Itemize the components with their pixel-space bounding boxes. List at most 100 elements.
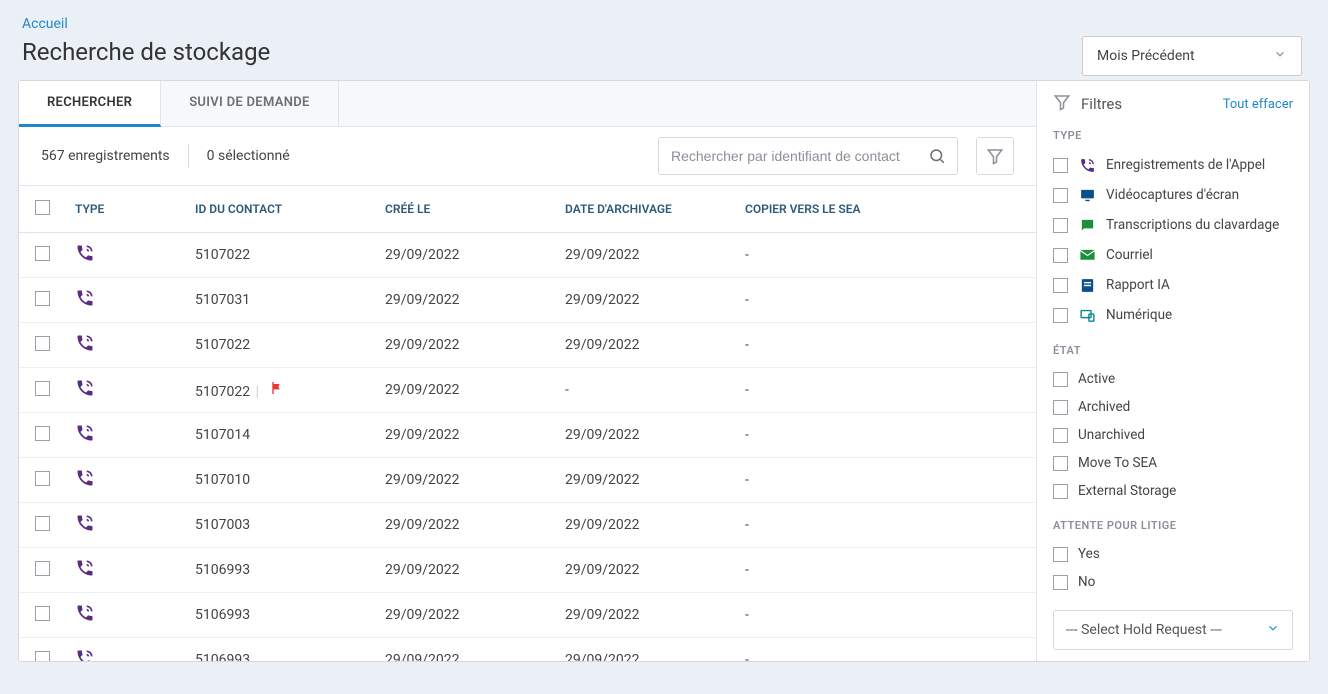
filter-hold-item[interactable]: Yes <box>1053 540 1293 568</box>
filter-checkbox[interactable] <box>1053 575 1068 590</box>
archive-date: 29/09/2022 <box>555 278 735 323</box>
filter-type-item[interactable]: Rapport IA <box>1053 270 1293 300</box>
filter-label: No <box>1078 574 1095 590</box>
mail-icon <box>1078 246 1096 264</box>
row-checkbox[interactable] <box>35 336 50 351</box>
sea-value: - <box>735 638 1036 662</box>
filter-checkbox[interactable] <box>1053 218 1068 233</box>
row-checkbox[interactable] <box>35 561 50 576</box>
call-icon <box>75 558 95 578</box>
filter-label: Active <box>1078 371 1115 387</box>
row-checkbox[interactable] <box>35 426 50 441</box>
filter-type-item[interactable]: Transcriptions du clavardage <box>1053 210 1293 240</box>
archive-date: 29/09/2022 <box>555 458 735 503</box>
period-dropdown[interactable]: Mois Précédent <box>1082 36 1302 76</box>
filter-label: Numérique <box>1106 307 1172 323</box>
filter-type-item[interactable]: Vidéocaptures d'écran <box>1053 180 1293 210</box>
filter-checkbox[interactable] <box>1053 547 1068 562</box>
tab-0[interactable]: RECHERCHER <box>19 81 161 127</box>
filter-state-item[interactable]: Unarchived <box>1053 421 1293 449</box>
archive-date: 29/09/2022 <box>555 233 735 278</box>
hold-request-dropdown[interactable]: --- Select Hold Request --- <box>1053 610 1293 650</box>
created-date: 29/09/2022 <box>375 503 555 548</box>
call-icon <box>75 603 95 623</box>
filter-checkbox[interactable] <box>1053 188 1068 203</box>
period-label: Mois Précédent <box>1097 48 1195 64</box>
filter-label: Move To SEA <box>1078 455 1157 471</box>
filter-state-item[interactable]: Archived <box>1053 393 1293 421</box>
sea-value: - <box>735 368 1036 413</box>
col-sea[interactable]: COPIER VERS LE SEA <box>735 186 1036 233</box>
divider <box>188 144 189 168</box>
filter-checkbox[interactable] <box>1053 428 1068 443</box>
chevron-down-icon <box>1273 47 1287 65</box>
filter-checkbox[interactable] <box>1053 400 1068 415</box>
row-checkbox[interactable] <box>35 291 50 306</box>
created-date: 29/09/2022 <box>375 638 555 662</box>
col-type[interactable]: TYPE <box>65 186 185 233</box>
filter-type-item[interactable]: Courriel <box>1053 240 1293 270</box>
filter-checkbox[interactable] <box>1053 158 1068 173</box>
filter-checkbox[interactable] <box>1053 278 1068 293</box>
table-row[interactable]: 510701429/09/202229/09/2022- <box>19 413 1036 458</box>
archive-date: - <box>555 368 735 413</box>
results-column: RECHERCHERSUIVI DE DEMANDE 567 enregistr… <box>19 81 1037 661</box>
row-checkbox[interactable] <box>35 471 50 486</box>
table-row[interactable]: 510702229/09/202229/09/2022- <box>19 323 1036 368</box>
filter-hold-item[interactable]: No <box>1053 568 1293 596</box>
filters-panel: Filtres Tout effacer TYPE Enregistrement… <box>1037 81 1309 661</box>
filter-section-hold: ATTENTE POUR LITIGE <box>1053 519 1293 532</box>
filter-checkbox[interactable] <box>1053 372 1068 387</box>
filter-type-item[interactable]: Enregistrements de l'Appel <box>1053 150 1293 180</box>
table-row[interactable]: 510703129/09/202229/09/2022- <box>19 278 1036 323</box>
row-checkbox[interactable] <box>35 516 50 531</box>
created-date: 29/09/2022 <box>375 278 555 323</box>
created-date: 29/09/2022 <box>375 323 555 368</box>
select-all-checkbox[interactable] <box>35 200 50 215</box>
filter-state-item[interactable]: Move To SEA <box>1053 449 1293 477</box>
filter-checkbox[interactable] <box>1053 248 1068 263</box>
filter-state-item[interactable]: Active <box>1053 365 1293 393</box>
filter-type-item[interactable]: Numérique <box>1053 300 1293 330</box>
table-row[interactable]: 510699329/09/202229/09/2022- <box>19 638 1036 662</box>
call-icon <box>75 288 95 308</box>
filter-state-item[interactable]: External Storage <box>1053 477 1293 505</box>
results-table-wrap[interactable]: TYPE ID DU CONTACT CRÉÉ LE DATE D'ARCHIV… <box>19 186 1036 661</box>
filter-checkbox[interactable] <box>1053 308 1068 323</box>
sea-value: - <box>735 593 1036 638</box>
contact-id: 5107022 <box>195 247 250 263</box>
filter-label: Vidéocaptures d'écran <box>1106 187 1239 203</box>
table-row[interactable]: 510699329/09/202229/09/2022- <box>19 548 1036 593</box>
search-input[interactable] <box>659 148 917 164</box>
records-count: 567 enregistrements <box>41 148 170 164</box>
contact-id: 5107022 <box>195 337 250 353</box>
table-row[interactable]: 510699329/09/202229/09/2022- <box>19 593 1036 638</box>
col-contact[interactable]: ID DU CONTACT <box>185 186 375 233</box>
table-row[interactable]: 510702229/09/202229/09/2022- <box>19 233 1036 278</box>
contact-id: 5107003 <box>195 517 250 533</box>
tab-1[interactable]: SUIVI DE DEMANDE <box>161 81 338 126</box>
table-row[interactable]: 510700329/09/202229/09/2022- <box>19 503 1036 548</box>
digital-icon <box>1078 306 1096 324</box>
row-checkbox[interactable] <box>35 651 50 662</box>
filter-checkbox[interactable] <box>1053 456 1068 471</box>
flag-icon <box>269 380 285 396</box>
created-date: 29/09/2022 <box>375 458 555 503</box>
search-icon[interactable] <box>917 138 957 174</box>
col-checkbox <box>19 186 65 233</box>
breadcrumb-home[interactable]: Accueil <box>22 16 68 32</box>
table-row[interactable]: 5107022 |29/09/2022-- <box>19 368 1036 413</box>
col-archive[interactable]: DATE D'ARCHIVAGE <box>555 186 735 233</box>
filter-checkbox[interactable] <box>1053 484 1068 499</box>
clear-all-link[interactable]: Tout effacer <box>1223 97 1293 112</box>
row-checkbox[interactable] <box>35 246 50 261</box>
table-row[interactable]: 510701029/09/202229/09/2022- <box>19 458 1036 503</box>
filter-label: Unarchived <box>1078 427 1145 443</box>
filter-toggle-button[interactable] <box>976 137 1014 175</box>
row-checkbox[interactable] <box>35 381 50 396</box>
col-created[interactable]: CRÉÉ LE <box>375 186 555 233</box>
row-checkbox[interactable] <box>35 606 50 621</box>
sea-value: - <box>735 233 1036 278</box>
chevron-down-icon <box>1266 621 1280 639</box>
call-icon <box>75 423 95 443</box>
